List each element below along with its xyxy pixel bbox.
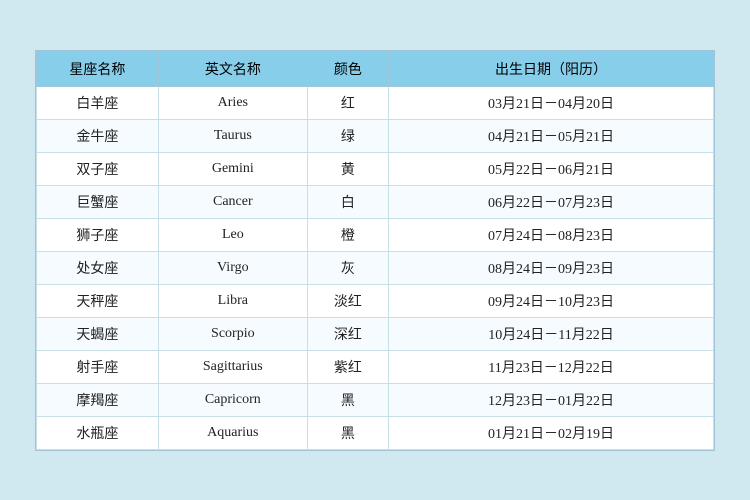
cell-chinese: 狮子座	[37, 218, 159, 251]
cell-color: 紫红	[307, 350, 388, 383]
cell-date: 04月21日－05月21日	[389, 119, 714, 152]
table-row: 白羊座Aries红03月21日－04月20日	[37, 86, 714, 119]
cell-english: Virgo	[158, 251, 307, 284]
cell-date: 09月24日－10月23日	[389, 284, 714, 317]
table-header-row: 星座名称 英文名称 颜色 出生日期（阳历）	[37, 51, 714, 86]
cell-date: 01月21日－02月19日	[389, 416, 714, 449]
cell-english: Gemini	[158, 152, 307, 185]
cell-color: 橙	[307, 218, 388, 251]
table-row: 射手座Sagittarius紫红11月23日－12月22日	[37, 350, 714, 383]
cell-color: 红	[307, 86, 388, 119]
table-row: 狮子座Leo橙07月24日－08月23日	[37, 218, 714, 251]
cell-color: 深红	[307, 317, 388, 350]
cell-color: 灰	[307, 251, 388, 284]
cell-date: 08月24日－09月23日	[389, 251, 714, 284]
cell-color: 黄	[307, 152, 388, 185]
cell-chinese: 双子座	[37, 152, 159, 185]
cell-color: 黑	[307, 383, 388, 416]
cell-chinese: 天秤座	[37, 284, 159, 317]
cell-chinese: 摩羯座	[37, 383, 159, 416]
table-row: 摩羯座Capricorn黑12月23日－01月22日	[37, 383, 714, 416]
table-row: 天蝎座Scorpio深红10月24日－11月22日	[37, 317, 714, 350]
cell-english: Sagittarius	[158, 350, 307, 383]
table-row: 天秤座Libra淡红09月24日－10月23日	[37, 284, 714, 317]
table-row: 水瓶座Aquarius黑01月21日－02月19日	[37, 416, 714, 449]
cell-chinese: 天蝎座	[37, 317, 159, 350]
cell-english: Aquarius	[158, 416, 307, 449]
cell-chinese: 水瓶座	[37, 416, 159, 449]
cell-date: 06月22日－07月23日	[389, 185, 714, 218]
cell-date: 10月24日－11月22日	[389, 317, 714, 350]
cell-color: 淡红	[307, 284, 388, 317]
cell-date: 11月23日－12月22日	[389, 350, 714, 383]
cell-date: 03月21日－04月20日	[389, 86, 714, 119]
zodiac-table: 星座名称 英文名称 颜色 出生日期（阳历） 白羊座Aries红03月21日－04…	[36, 51, 714, 450]
cell-date: 12月23日－01月22日	[389, 383, 714, 416]
cell-chinese: 白羊座	[37, 86, 159, 119]
cell-english: Scorpio	[158, 317, 307, 350]
header-english: 英文名称	[158, 51, 307, 86]
table-row: 金牛座Taurus绿04月21日－05月21日	[37, 119, 714, 152]
cell-chinese: 射手座	[37, 350, 159, 383]
header-color: 颜色	[307, 51, 388, 86]
cell-chinese: 金牛座	[37, 119, 159, 152]
cell-color: 绿	[307, 119, 388, 152]
cell-date: 05月22日－06月21日	[389, 152, 714, 185]
header-chinese: 星座名称	[37, 51, 159, 86]
cell-chinese: 巨蟹座	[37, 185, 159, 218]
table-row: 处女座Virgo灰08月24日－09月23日	[37, 251, 714, 284]
table-row: 巨蟹座Cancer白06月22日－07月23日	[37, 185, 714, 218]
cell-english: Leo	[158, 218, 307, 251]
cell-english: Cancer	[158, 185, 307, 218]
table-row: 双子座Gemini黄05月22日－06月21日	[37, 152, 714, 185]
cell-english: Aries	[158, 86, 307, 119]
cell-color: 黑	[307, 416, 388, 449]
zodiac-table-container: 星座名称 英文名称 颜色 出生日期（阳历） 白羊座Aries红03月21日－04…	[35, 50, 715, 451]
cell-english: Taurus	[158, 119, 307, 152]
cell-color: 白	[307, 185, 388, 218]
cell-chinese: 处女座	[37, 251, 159, 284]
cell-english: Capricorn	[158, 383, 307, 416]
cell-date: 07月24日－08月23日	[389, 218, 714, 251]
table-body: 白羊座Aries红03月21日－04月20日金牛座Taurus绿04月21日－0…	[37, 86, 714, 449]
header-date: 出生日期（阳历）	[389, 51, 714, 86]
cell-english: Libra	[158, 284, 307, 317]
